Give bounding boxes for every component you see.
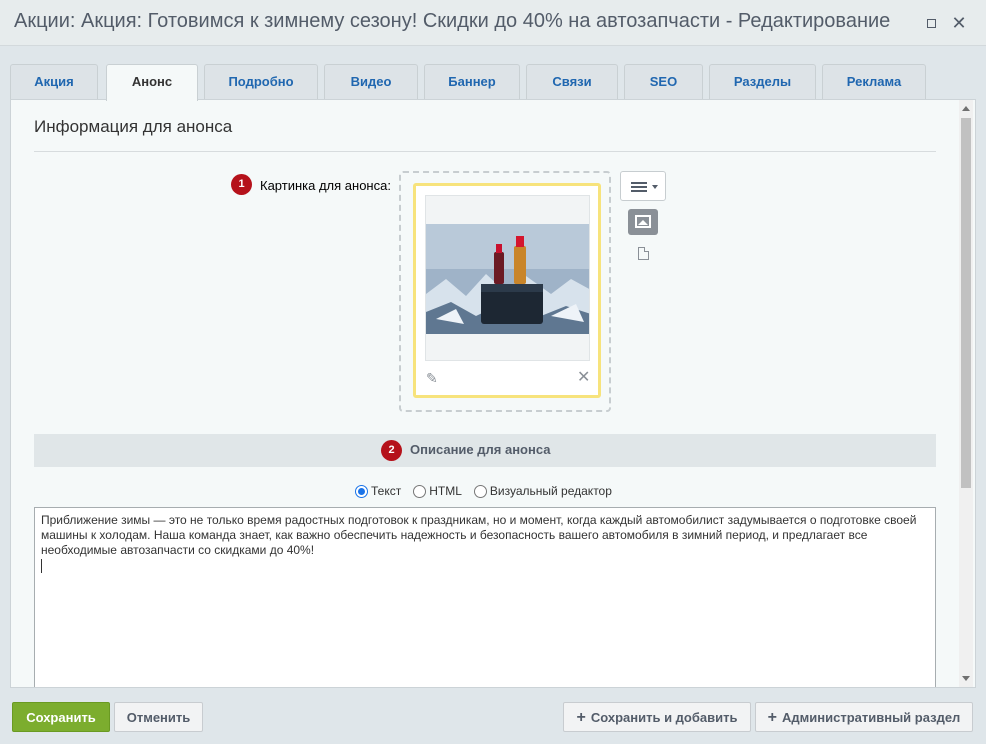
mode-html[interactable]: HTML xyxy=(413,484,462,498)
radio-visual[interactable] xyxy=(473,484,487,498)
radio-text[interactable] xyxy=(355,484,368,498)
cancel-button[interactable]: Отменить xyxy=(114,702,203,732)
footer-bar: Сохранить Отменить + Сохранить и добавить… xyxy=(0,688,986,744)
chevron-down-icon xyxy=(652,185,658,189)
scroll-down-icon[interactable] xyxy=(962,676,970,681)
admin-section-button[interactable]: + Административный раздел xyxy=(755,702,973,732)
mode-text[interactable]: Текст xyxy=(355,484,401,498)
description-header-label: Описание для анонса xyxy=(410,442,551,457)
mode-visual[interactable]: Визуальный редактор xyxy=(473,484,612,498)
section-title: Информация для анонса xyxy=(34,117,233,136)
section-divider xyxy=(34,151,936,152)
scroll-up-icon[interactable] xyxy=(962,106,970,111)
tab-promo[interactable]: Акция xyxy=(10,64,98,100)
description-header: 2 Описание для анонса xyxy=(34,434,936,467)
scrollbar[interactable] xyxy=(959,100,973,687)
save-button[interactable]: Сохранить xyxy=(12,702,110,732)
tab-bar: Акция Анонс Подробно Видео Баннер Связи … xyxy=(0,46,986,101)
image-menu-button[interactable] xyxy=(620,171,666,201)
pencil-icon[interactable]: ✎ xyxy=(426,370,438,387)
tab-video[interactable]: Видео xyxy=(324,64,418,100)
tab-sections[interactable]: Разделы xyxy=(709,64,816,100)
picture-field-label: Картинка для анонса: xyxy=(260,178,391,193)
tab-banner[interactable]: Баннер xyxy=(424,64,520,100)
save-and-add-button[interactable]: + Сохранить и добавить xyxy=(563,702,751,732)
mode-text-label: Текст xyxy=(371,484,402,498)
save-and-add-label: Сохранить и добавить xyxy=(590,710,738,725)
menu-icon xyxy=(631,182,647,192)
plus-icon: + xyxy=(767,709,778,726)
hint-badge-1[interactable]: 1 xyxy=(231,174,252,195)
close-icon[interactable]: ✕ xyxy=(950,14,968,32)
winter-product-image xyxy=(426,224,589,334)
description-text: Приближение зимы — это не только время р… xyxy=(41,513,917,557)
tab-ads[interactable]: Реклама xyxy=(822,64,926,100)
description-mode-selector: Текст HTML Визуальный редактор xyxy=(355,484,624,501)
file-icon[interactable] xyxy=(638,247,649,260)
window-title: Акции: Акция: Готовимся к зимнему сезону… xyxy=(14,10,891,32)
window-titlebar: Акции: Акция: Готовимся к зимнему сезону… xyxy=(0,0,986,46)
image-icon xyxy=(635,215,651,228)
radio-html[interactable] xyxy=(413,484,427,498)
maximize-icon[interactable] xyxy=(922,14,940,32)
image-preview-card[interactable]: ✎ ✕ xyxy=(413,183,601,398)
tab-announce[interactable]: Анонс xyxy=(106,64,198,101)
mode-visual-label: Визуальный редактор xyxy=(489,484,612,498)
remove-icon[interactable]: ✕ xyxy=(577,367,590,387)
admin-section-label: Административный раздел xyxy=(782,710,961,725)
tab-seo[interactable]: SEO xyxy=(624,64,703,100)
image-drop-zone[interactable]: ✎ ✕ xyxy=(399,171,611,412)
text-cursor xyxy=(41,559,42,573)
mode-html-label: HTML xyxy=(429,484,462,498)
description-textarea[interactable]: Приближение зимы — это не только время р… xyxy=(34,507,936,687)
tab-links[interactable]: Связи xyxy=(526,64,618,100)
tab-details[interactable]: Подробно xyxy=(204,64,318,100)
plus-icon: + xyxy=(576,709,586,726)
preview-image xyxy=(425,195,590,361)
image-mode-button[interactable] xyxy=(628,209,658,235)
scrollbar-thumb[interactable] xyxy=(961,118,971,488)
hint-badge-2[interactable]: 2 xyxy=(381,440,402,461)
tab-content-panel: Информация для анонса 1 Картинка для ано… xyxy=(10,99,976,688)
